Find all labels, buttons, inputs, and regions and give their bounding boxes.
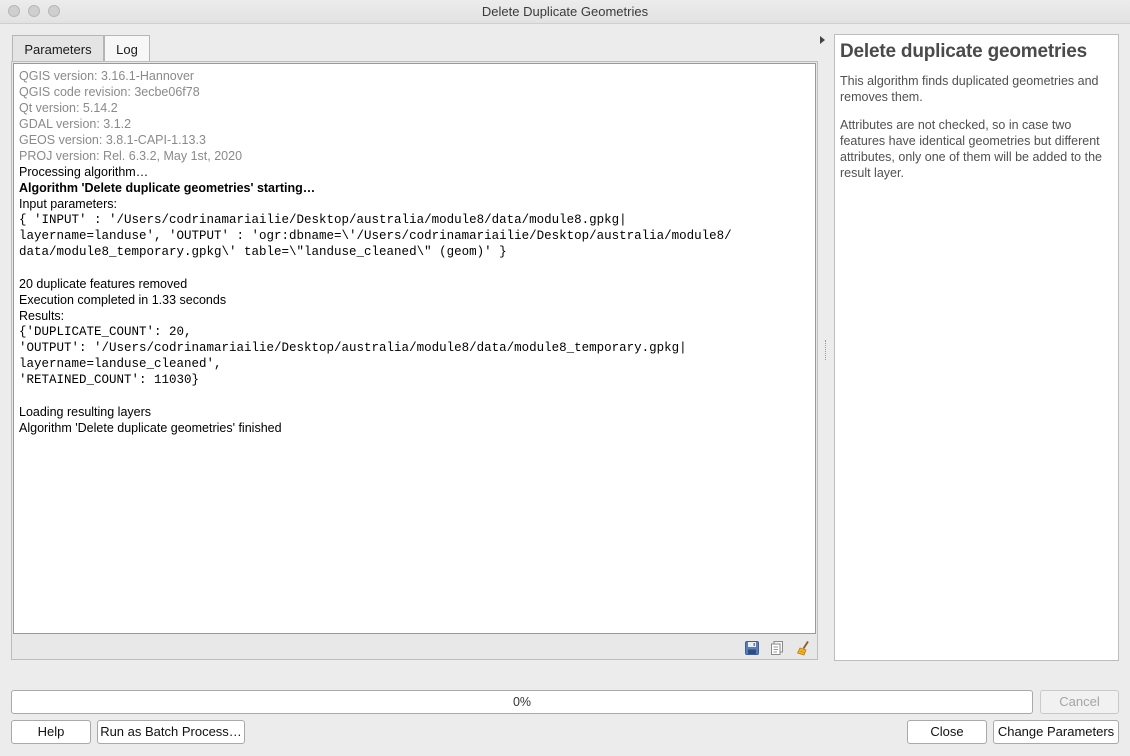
log-line: 'RETAINED_COUNT': 11030}	[19, 373, 200, 387]
log-line: 'OUTPUT': '/Users/codrinamariailie/Deskt…	[19, 341, 687, 355]
collapse-help-icon[interactable]	[820, 36, 825, 44]
log-line: Input parameters:	[19, 197, 117, 211]
change-parameters-button[interactable]: Change Parameters	[993, 720, 1119, 744]
cancel-button[interactable]: Cancel	[1040, 690, 1119, 714]
log-line: GDAL version: 3.1.2	[19, 117, 132, 131]
help-description: This algorithm finds duplicated geometri…	[840, 74, 1099, 104]
log-line: data/module8_temporary.gpkg\' table=\"la…	[19, 245, 507, 259]
save-log-icon[interactable]	[744, 640, 760, 656]
panel-splitter-handle[interactable]	[825, 340, 827, 360]
window-title: Delete Duplicate Geometries	[481, 4, 649, 19]
log-line: Results:	[19, 309, 65, 323]
title-bar: Delete Duplicate Geometries	[0, 0, 1130, 24]
log-line: Processing algorithm…	[19, 165, 149, 179]
progress-label: 0%	[512, 695, 532, 709]
log-line: Qt version: 5.14.2	[19, 101, 118, 115]
run-batch-process-button[interactable]: Run as Batch Process…	[97, 720, 245, 744]
log-line: PROJ version: Rel. 6.3.2, May 1st, 2020	[19, 149, 243, 163]
close-button[interactable]: Close	[907, 720, 987, 744]
log-line: Algorithm 'Delete duplicate geometries' …	[19, 421, 282, 435]
log-line: layername=landuse_cleaned',	[19, 357, 222, 371]
log-line: QGIS version: 3.16.1-Hannover	[19, 69, 195, 83]
log-line: 20 duplicate features removed	[19, 277, 188, 291]
help-panel: Delete duplicate geometries This algorit…	[834, 34, 1119, 661]
log-line: Loading resulting layers	[19, 405, 152, 419]
tab-log[interactable]: Log	[104, 35, 150, 63]
help-attributes-note: Attributes are not checked, so in case t…	[840, 118, 1102, 180]
log-line: Execution completed in 1.33 seconds	[19, 293, 227, 307]
log-line: QGIS code revision: 3ecbe06f78	[19, 85, 200, 99]
log-line: layername=landuse', 'OUTPUT' : 'ogr:dbna…	[19, 229, 732, 243]
tab-parameters[interactable]: Parameters	[12, 35, 104, 62]
copy-log-icon[interactable]	[769, 640, 785, 656]
help-title: Delete duplicate geometries	[840, 41, 1087, 62]
log-line: GEOS version: 3.8.1-CAPI-1.13.3	[19, 133, 206, 147]
log-line: Algorithm 'Delete duplicate geometries' …	[19, 181, 316, 195]
log-line: {'DUPLICATE_COUNT': 20,	[19, 325, 192, 339]
clear-log-icon[interactable]	[796, 640, 812, 656]
log-text-area[interactable]: QGIS version: 3.16.1-Hannover QGIS code r…	[13, 63, 816, 634]
log-line: { 'INPUT' : '/Users/codrinamariailie/Des…	[19, 213, 627, 227]
progress-bar: 0%	[11, 690, 1033, 714]
help-button[interactable]: Help	[11, 720, 91, 744]
